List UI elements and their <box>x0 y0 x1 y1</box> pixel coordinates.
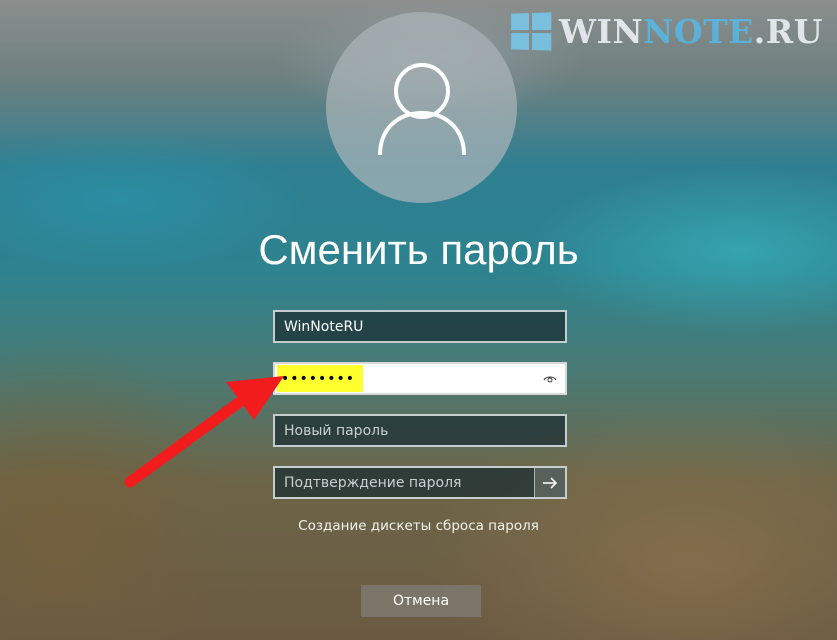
windows-logo-icon <box>511 12 552 51</box>
old-password-value: •••••••• <box>277 365 363 392</box>
confirm-password-field[interactable]: Подтверждение пароля <box>273 466 567 499</box>
username-field[interactable]: WinNoteRU <box>273 310 567 343</box>
watermark-text: WINNOTE.RU <box>559 12 823 51</box>
username-value: WinNoteRU <box>284 318 364 335</box>
submit-button[interactable] <box>534 468 565 497</box>
new-password-field[interactable]: Новый пароль <box>273 414 567 447</box>
watermark: WINNOTE.RU <box>510 12 823 51</box>
cancel-button[interactable]: Отмена <box>361 585 481 617</box>
page-title: Сменить пароль <box>258 226 579 273</box>
arrow-right-icon <box>543 476 558 489</box>
new-password-placeholder: Новый пароль <box>284 422 389 439</box>
create-reset-disk-link[interactable]: Создание дискеты сброса пароля <box>0 518 837 534</box>
confirm-password-placeholder: Подтверждение пароля <box>284 474 462 491</box>
user-avatar <box>326 12 517 203</box>
user-icon <box>377 62 466 155</box>
old-password-field[interactable]: •••••••• <box>273 362 567 395</box>
eye-icon[interactable] <box>543 372 557 386</box>
